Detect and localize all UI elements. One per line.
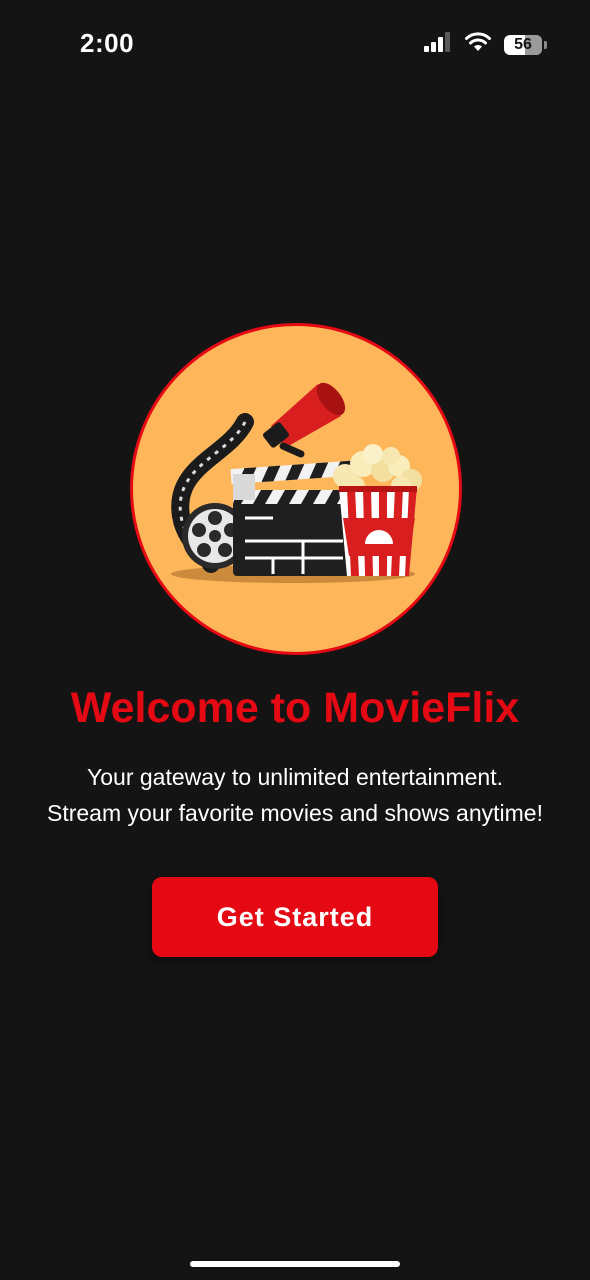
status-bar: 2:00 56 [0, 0, 590, 90]
battery-level: 56 [514, 35, 532, 53]
hero-illustration [130, 323, 462, 655]
home-indicator[interactable] [190, 1261, 400, 1267]
megaphone-icon [263, 382, 346, 458]
welcome-title: Welcome to MovieFlix [70, 684, 520, 732]
get-started-button[interactable]: Get Started [152, 877, 438, 957]
battery-icon: 56 [504, 34, 547, 55]
welcome-subtitle-line1: Your gateway to unlimited entertainment. [87, 764, 503, 790]
wifi-icon [464, 32, 492, 57]
status-icons: 56 [424, 32, 547, 57]
signal-icon [424, 32, 452, 57]
welcome-subtitle-line2: Stream your favorite movies and shows an… [47, 800, 543, 826]
status-time: 2:00 [80, 28, 135, 58]
